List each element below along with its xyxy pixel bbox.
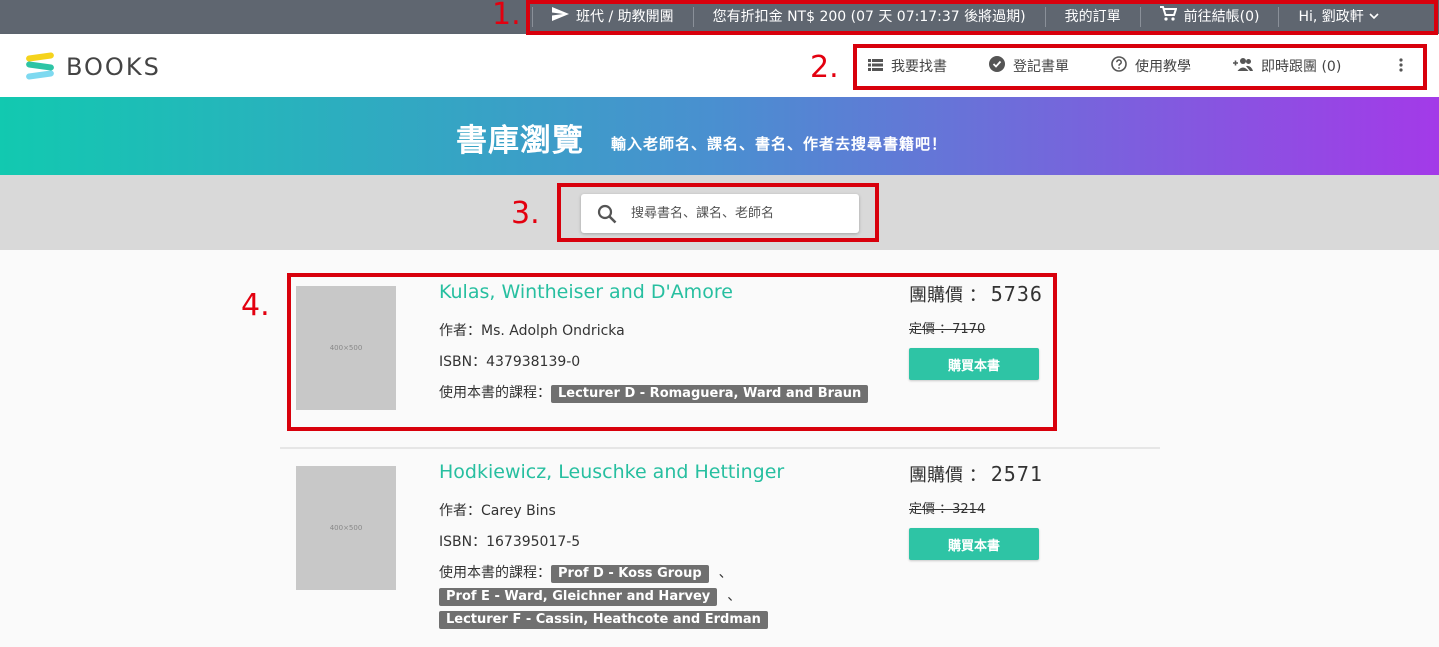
list-divider — [280, 447, 1160, 449]
buy-book-button[interactable]: 購買本書 — [909, 528, 1039, 560]
course-tag[interactable]: Prof E - Ward, Gleichner and Harvey — [439, 588, 718, 606]
group-price-label: 團購價 ： — [909, 465, 987, 486]
course-separator: 、 — [718, 565, 733, 581]
annotation-label-2: 2. — [810, 50, 839, 85]
annotation-label-3: 3. — [511, 196, 540, 231]
course-tag[interactable]: Lecturer F - Cassin, Heathcote and Erdma… — [439, 611, 768, 629]
hero-banner: 書庫瀏覽 輸入老師名、課名、書名、作者去搜尋書籍吧！ — [0, 97, 1439, 175]
book-isbn: ISBN：167395017-5 — [439, 534, 581, 550]
page-subtitle: 輸入老師名、課名、書名、作者去搜尋書籍吧！ — [611, 135, 948, 153]
book-author: 作者：Carey Bins — [439, 503, 556, 519]
logo-mark-icon — [25, 52, 56, 82]
annotation-label-4: 4. — [241, 288, 270, 323]
books-logo[interactable]: BOOKS — [25, 52, 161, 82]
annotation-box-3 — [557, 183, 879, 242]
group-price: 團購價 ： 2571 — [909, 461, 1043, 487]
annotation-box-4 — [287, 273, 1057, 431]
book-title-link[interactable]: Hodkiewicz, Leuschke and Hettinger — [439, 461, 784, 483]
list-price: 定價 ：3214 — [909, 502, 986, 517]
course-separator: 、 — [727, 588, 742, 604]
annotation-box-2 — [853, 44, 1427, 90]
page-title: 書庫瀏覽 — [456, 123, 584, 159]
annotation-label-1: 1. — [492, 0, 521, 32]
logo-text: BOOKS — [66, 53, 161, 81]
book-courses: 使用本書的課程： Prof D - Koss Group 、 Prof E - Wa… — [439, 562, 859, 631]
book-cover-image[interactable]: 400×500 — [296, 466, 396, 590]
annotation-box-1 — [526, 0, 1438, 35]
course-tag[interactable]: Prof D - Koss Group — [551, 565, 709, 583]
courses-label: 使用本書的課程： — [439, 565, 551, 581]
cover-placeholder-text: 400×500 — [329, 524, 363, 532]
group-price-value: 2571 — [990, 462, 1043, 486]
